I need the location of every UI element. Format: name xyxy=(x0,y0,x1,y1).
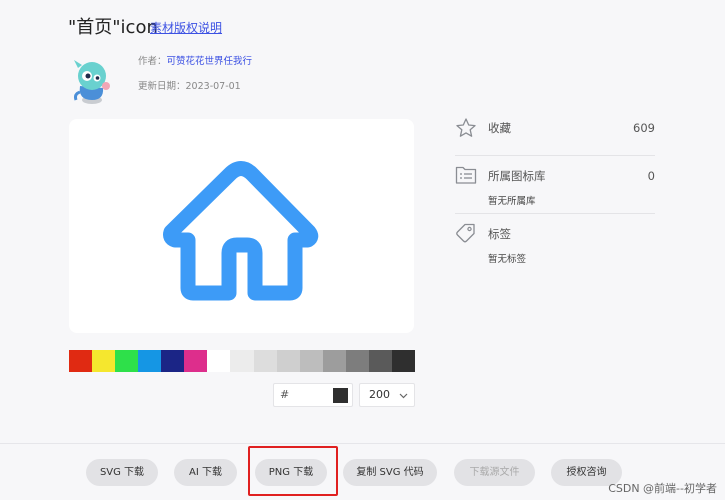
tags-empty-text: 暂无标签 xyxy=(488,254,527,265)
watermark-text: CSDN @前端--初学者 xyxy=(608,482,717,495)
current-color-chip[interactable] xyxy=(333,388,348,403)
avatar-image xyxy=(74,60,110,104)
author-name-link[interactable]: 可赞花花世界任我行 xyxy=(167,56,253,67)
icon-preview-panel xyxy=(69,119,414,333)
color-swatch[interactable] xyxy=(115,350,139,372)
page-title: "首页"icon xyxy=(68,17,158,38)
chevron-down-icon xyxy=(399,393,408,399)
star-icon[interactable] xyxy=(455,117,477,139)
color-swatch[interactable] xyxy=(368,350,392,372)
house-icon xyxy=(163,161,319,301)
color-swatch[interactable] xyxy=(299,350,323,372)
ai-download-button[interactable]: AI 下载 xyxy=(174,459,237,486)
color-swatch[interactable] xyxy=(345,350,369,372)
library-icon xyxy=(455,166,477,184)
copyright-notice-link[interactable]: 素材版权说明 xyxy=(150,20,222,36)
author-label: 作者： xyxy=(138,56,167,67)
tag-icon xyxy=(456,223,475,243)
library-label: 所属图标库 xyxy=(488,169,546,183)
updated-date-label: 更新日期： xyxy=(138,81,186,92)
color-swatch[interactable] xyxy=(322,350,346,372)
size-select[interactable]: 200 xyxy=(359,383,415,407)
color-swatch[interactable] xyxy=(391,350,415,372)
source-file-download-button[interactable]: 下载源文件 xyxy=(454,459,535,486)
tags-label: 标签 xyxy=(488,227,511,241)
color-swatch[interactable] xyxy=(276,350,300,372)
color-swatch[interactable] xyxy=(184,350,208,372)
favorites-count: 609 xyxy=(633,121,655,135)
color-swatch-bar xyxy=(69,350,415,372)
favorites-label: 收藏 xyxy=(488,121,511,135)
updated-date-value: 2023-07-01 xyxy=(185,81,241,92)
color-swatch[interactable] xyxy=(230,350,254,372)
highlight-box xyxy=(248,446,338,496)
color-swatch[interactable] xyxy=(69,350,93,372)
color-swatch[interactable] xyxy=(161,350,185,372)
library-empty-text: 暂无所属库 xyxy=(488,196,536,207)
svg-download-button[interactable]: SVG 下载 xyxy=(86,459,158,486)
color-swatch[interactable] xyxy=(253,350,277,372)
color-hex-input[interactable]: # xyxy=(273,383,353,407)
copy-svg-code-button[interactable]: 复制 SVG 代码 xyxy=(343,459,437,486)
updated-date-row: 更新日期：2023-07-01 xyxy=(138,80,241,94)
panel-divider xyxy=(455,213,655,214)
size-value: 200 xyxy=(369,388,390,401)
author-avatar[interactable] xyxy=(70,56,116,106)
library-count: 0 xyxy=(647,169,655,183)
color-swatch[interactable] xyxy=(138,350,162,372)
hex-prefix: # xyxy=(280,388,290,401)
footer-divider xyxy=(0,443,725,444)
color-swatch[interactable] xyxy=(92,350,116,372)
author-row: 作者：可赞花花世界任我行 xyxy=(138,55,252,69)
color-swatch[interactable] xyxy=(207,350,231,372)
panel-divider xyxy=(455,155,655,156)
